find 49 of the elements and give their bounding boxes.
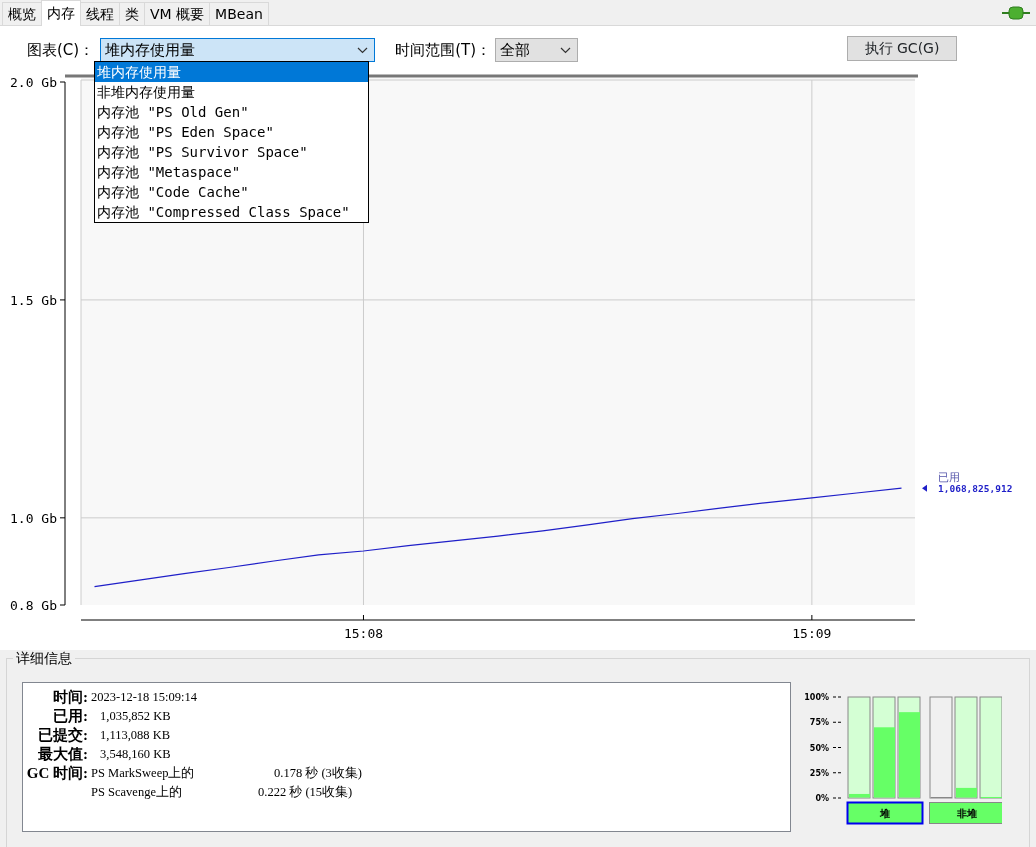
tab[interactable]: 概览 bbox=[2, 2, 42, 25]
dropdown-option[interactable]: 内存池 "Code Cache" bbox=[95, 182, 368, 202]
time-range-dropdown[interactable]: 全部 bbox=[495, 38, 579, 62]
dropdown-option[interactable]: 堆内存使用量 bbox=[95, 62, 368, 82]
percent-label: 100% bbox=[804, 693, 829, 702]
axis-label: 15:08 bbox=[343, 626, 384, 641]
connection-icon bbox=[1002, 6, 1030, 19]
axis-label: 0.8 Gb bbox=[10, 598, 57, 613]
current-value: 1,068,825,912 bbox=[938, 482, 1013, 494]
section-title: 详细信息 bbox=[13, 650, 75, 666]
axis-label: 2.0 Gb bbox=[10, 75, 57, 90]
field-label: GC 时间: bbox=[25, 764, 88, 783]
dropdown-option[interactable]: 内存池 "Compressed Class Space" bbox=[95, 202, 368, 222]
dropdown-option[interactable]: 非堆内存使用量 bbox=[95, 82, 368, 102]
field-value: 3,548,160 KB bbox=[99, 746, 171, 763]
axis-label: 1.0 Gb bbox=[10, 510, 57, 526]
tab[interactable]: MBean bbox=[209, 2, 269, 25]
field-label: 最大值: bbox=[37, 745, 88, 764]
dropdown-option[interactable]: 内存池 "PS Survivor Space" bbox=[95, 142, 368, 162]
field-value: 2023-12-18 15:09:14 bbox=[90, 689, 197, 706]
axis-label: 15:09 bbox=[792, 626, 832, 641]
chart-dropdown[interactable]: 堆内存使用量 bbox=[100, 38, 376, 62]
percent-label: 50% bbox=[809, 743, 829, 753]
tab[interactable]: 内存 bbox=[41, 0, 81, 26]
collector-name: PS Scavenge上的 bbox=[90, 784, 183, 801]
collector-name: PS MarkSweep上的 bbox=[90, 765, 196, 782]
chevron-down-icon bbox=[560, 47, 572, 54]
gc-time: 0.178 秒 (3收集) bbox=[273, 765, 362, 782]
axis-label: 1.5 Gb bbox=[10, 292, 57, 308]
chevron-down-icon bbox=[357, 47, 369, 54]
gc-button[interactable]: 执行 GC(G) bbox=[847, 36, 957, 61]
percent-label: 75% bbox=[809, 718, 829, 728]
gc-time: 0.222 秒 (15收集) bbox=[257, 784, 353, 801]
gauge-button[interactable]: 堆 bbox=[846, 801, 924, 825]
dropdown-option[interactable]: 内存池 "PS Eden Space" bbox=[95, 122, 368, 142]
field-label: 已提交: bbox=[37, 726, 88, 745]
percent-label: 0% bbox=[815, 794, 829, 803]
chart-label: 图表(C)： bbox=[27, 40, 95, 61]
pointer-icon bbox=[922, 484, 927, 492]
percent-label: 25% bbox=[809, 768, 829, 778]
field-label: 时间: bbox=[52, 688, 88, 707]
series-label: 已用 bbox=[938, 471, 960, 485]
dropdown-option[interactable]: 内存池 "Metaspace" bbox=[95, 162, 368, 182]
field-value: 1,035,852 KB bbox=[99, 708, 171, 725]
field-value: 1,113,088 KB bbox=[99, 727, 171, 744]
gauge-button[interactable]: 非堆 bbox=[929, 802, 1002, 824]
time-range-label: 时间范围(T)： bbox=[395, 40, 492, 61]
field-label: 已用: bbox=[52, 707, 88, 726]
dropdown-option[interactable]: 内存池 "PS Old Gen" bbox=[95, 102, 368, 122]
